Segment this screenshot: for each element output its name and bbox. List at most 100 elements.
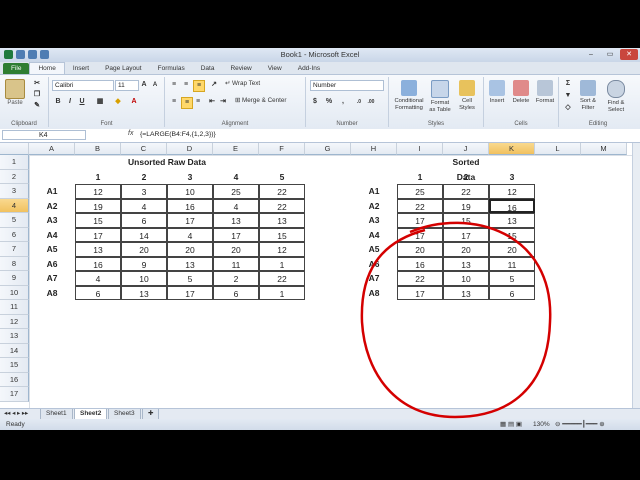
decrease-indent-icon[interactable]: ⇤: [207, 97, 217, 107]
left-data-cell[interactable]: 9: [121, 256, 167, 271]
tab-view[interactable]: View: [260, 63, 290, 74]
copy-icon[interactable]: ❐: [32, 90, 42, 100]
left-data-cell[interactable]: 22: [259, 271, 305, 286]
left-data-cell[interactable]: 20: [121, 242, 167, 257]
left-table-title[interactable]: Unsorted Raw Data: [121, 155, 213, 170]
left-row-label[interactable]: A6: [29, 257, 75, 272]
decrease-decimal-icon[interactable]: .00: [366, 97, 376, 107]
tab-home[interactable]: Home: [29, 62, 65, 74]
column-header-k[interactable]: K: [489, 143, 535, 155]
borders-icon[interactable]: ▦: [95, 97, 105, 107]
percent-icon[interactable]: %: [324, 97, 334, 107]
right-table-title[interactable]: Sorted Data: [443, 155, 489, 182]
left-col-header[interactable]: 4: [213, 170, 259, 185]
left-data-cell[interactable]: 17: [167, 213, 213, 228]
left-data-cell[interactable]: 11: [213, 256, 259, 271]
font-size-select[interactable]: 11: [115, 80, 139, 91]
column-header-h[interactable]: H: [351, 143, 397, 155]
left-data-cell[interactable]: 12: [75, 184, 121, 199]
align-left-icon[interactable]: ≡: [169, 97, 179, 107]
left-row-label[interactable]: A1: [29, 184, 75, 199]
restore-button[interactable]: ▭: [601, 49, 619, 60]
right-data-cell[interactable]: 25: [397, 184, 443, 199]
left-data-cell[interactable]: 12: [259, 242, 305, 257]
comma-style-icon[interactable]: ,: [338, 97, 348, 107]
row-header-16[interactable]: 16: [0, 372, 29, 387]
tab-file[interactable]: File: [3, 63, 30, 74]
merge-center-button[interactable]: ⊞ Merge & Center: [235, 97, 286, 104]
align-bottom-icon[interactable]: ≡: [193, 80, 205, 92]
row-header-3[interactable]: 3: [0, 184, 29, 199]
align-right-icon[interactable]: ≡: [193, 97, 203, 107]
row-header-15[interactable]: 15: [0, 358, 29, 373]
tab-data[interactable]: Data: [193, 63, 223, 74]
delete-cells-button[interactable]: Delete: [508, 80, 534, 105]
left-row-label[interactable]: A7: [29, 271, 75, 286]
underline-button[interactable]: U: [77, 97, 87, 107]
column-header-e[interactable]: E: [213, 143, 259, 155]
left-data-cell[interactable]: 25: [213, 184, 259, 199]
left-data-cell[interactable]: 17: [213, 227, 259, 242]
align-middle-icon[interactable]: ≡: [181, 80, 191, 90]
left-row-label[interactable]: A2: [29, 199, 75, 214]
column-header-f[interactable]: F: [259, 143, 305, 155]
find-select-button[interactable]: Find & Select: [603, 80, 629, 113]
bold-button[interactable]: B: [53, 97, 63, 107]
clear-icon[interactable]: ◇: [563, 103, 573, 113]
left-data-cell[interactable]: 1: [259, 285, 305, 300]
align-top-icon[interactable]: ≡: [169, 80, 179, 90]
left-data-cell[interactable]: 15: [75, 213, 121, 228]
conditional-formatting-button[interactable]: Conditional Formatting: [391, 80, 427, 111]
left-data-cell[interactable]: 13: [167, 256, 213, 271]
cell-styles-button[interactable]: Cell Styles: [454, 80, 480, 111]
number-format-select[interactable]: Number: [310, 80, 384, 91]
vertical-scrollbar[interactable]: [632, 143, 640, 408]
left-data-cell[interactable]: 17: [75, 227, 121, 242]
row-header-7[interactable]: 7: [0, 242, 29, 257]
tab-insert[interactable]: Insert: [65, 63, 97, 74]
right-data-cell[interactable]: 22: [397, 198, 443, 213]
left-data-cell[interactable]: 4: [167, 227, 213, 242]
left-data-cell[interactable]: 16: [167, 198, 213, 213]
left-data-cell[interactable]: 6: [121, 213, 167, 228]
row-header-4[interactable]: 4: [0, 198, 29, 213]
right-data-cell[interactable]: 12: [489, 184, 535, 199]
wrap-text-button[interactable]: ↵ Wrap Text: [225, 80, 260, 87]
row-header-10[interactable]: 10: [0, 285, 29, 300]
font-color-icon[interactable]: A: [129, 97, 139, 107]
row-header-6[interactable]: 6: [0, 227, 29, 242]
insert-function-icon[interactable]: fx: [128, 130, 133, 137]
left-data-cell[interactable]: 4: [213, 198, 259, 213]
left-data-cell[interactable]: 10: [167, 184, 213, 199]
column-header-l[interactable]: L: [535, 143, 581, 155]
name-box[interactable]: K4: [2, 130, 86, 140]
left-data-cell[interactable]: 6: [213, 285, 259, 300]
row-header-12[interactable]: 12: [0, 314, 29, 329]
sort-filter-button[interactable]: Sort & Filter: [575, 80, 601, 111]
right-row-label[interactable]: A2: [351, 199, 397, 214]
left-data-cell[interactable]: 19: [75, 198, 121, 213]
column-header-g[interactable]: G: [305, 143, 351, 155]
italic-button[interactable]: I: [65, 97, 75, 107]
select-all-corner[interactable]: [0, 143, 29, 155]
fill-icon[interactable]: ▼: [563, 91, 573, 101]
left-data-cell[interactable]: 15: [259, 227, 305, 242]
row-header-17[interactable]: 17: [0, 387, 29, 402]
left-data-cell[interactable]: 22: [259, 198, 305, 213]
right-col-header[interactable]: 3: [489, 170, 535, 185]
close-button[interactable]: ✕: [620, 49, 638, 60]
align-center-icon[interactable]: ≡: [181, 97, 193, 109]
left-data-cell[interactable]: 2: [213, 271, 259, 286]
left-col-header[interactable]: 1: [75, 170, 121, 185]
left-row-label[interactable]: A4: [29, 228, 75, 243]
left-data-cell[interactable]: 1: [259, 256, 305, 271]
left-data-cell[interactable]: 4: [121, 198, 167, 213]
tab-add-ins[interactable]: Add-Ins: [290, 63, 328, 74]
right-col-header[interactable]: 1: [397, 170, 443, 185]
minimize-button[interactable]: –: [582, 49, 600, 60]
left-data-cell[interactable]: 5: [167, 271, 213, 286]
column-header-i[interactable]: I: [397, 143, 443, 155]
right-row-label[interactable]: A1: [351, 184, 397, 199]
row-header-11[interactable]: 11: [0, 300, 29, 315]
format-cells-button[interactable]: Format: [532, 80, 558, 105]
